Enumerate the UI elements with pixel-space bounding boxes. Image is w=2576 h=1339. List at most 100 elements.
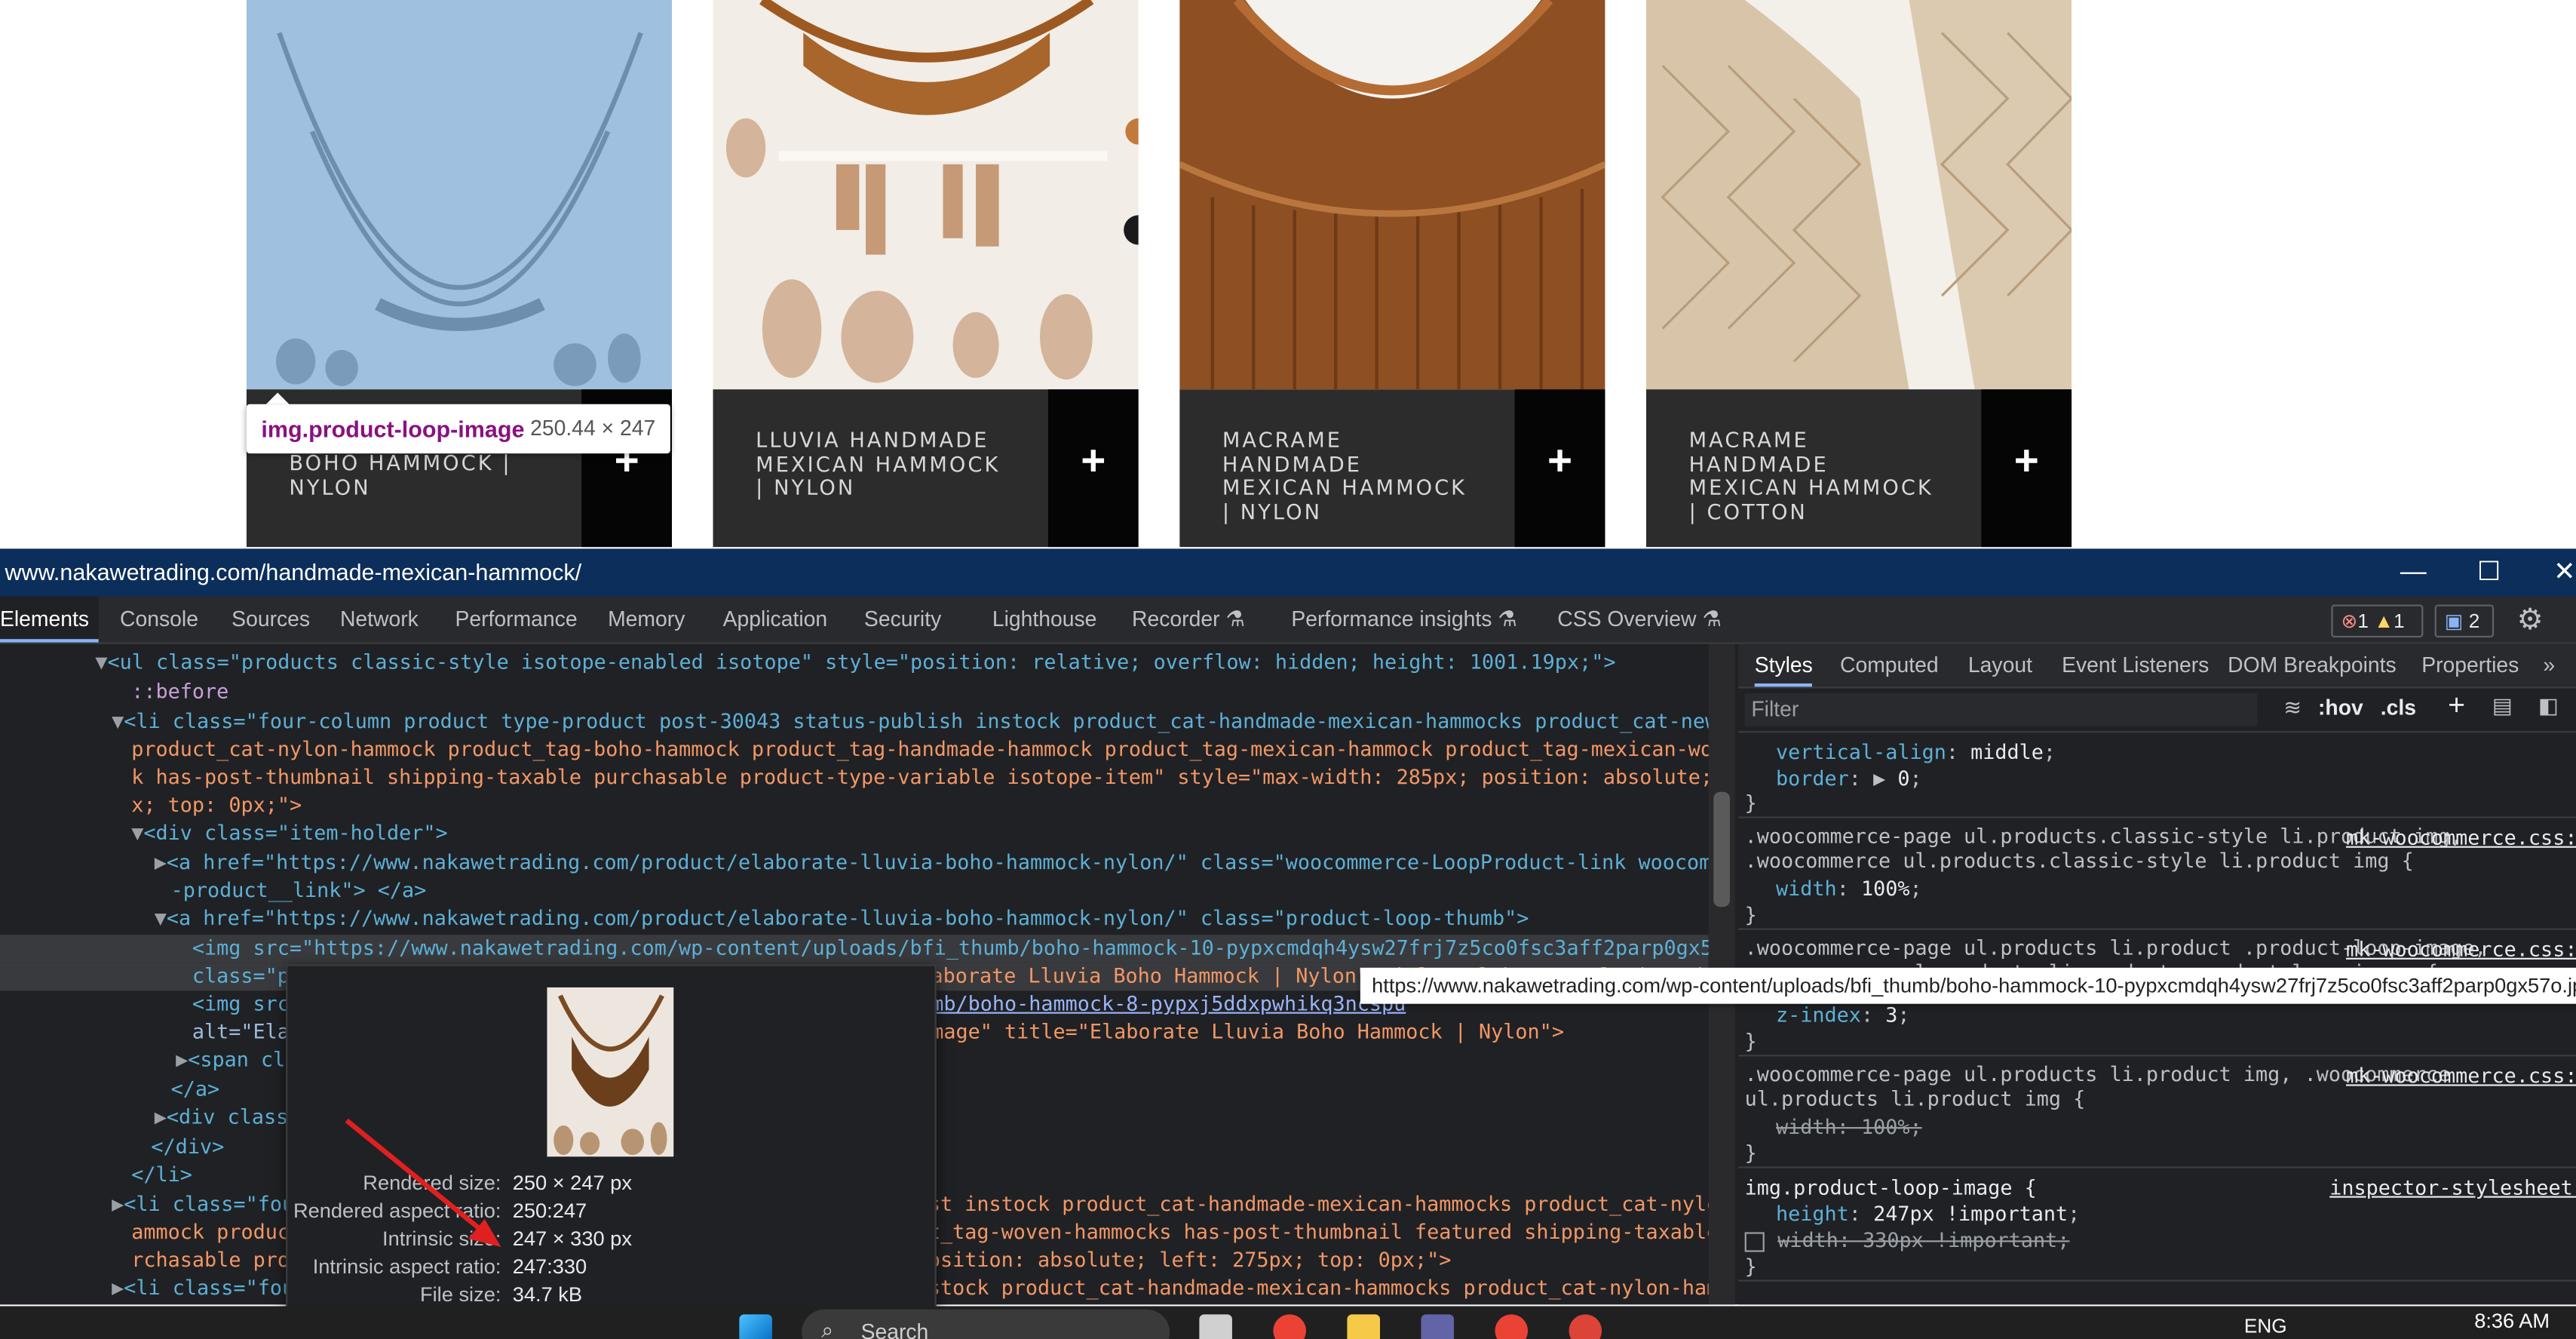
- product-image[interactable]: [1179, 0, 1605, 390]
- tab-security[interactable]: Security: [864, 597, 941, 643]
- minimize-icon[interactable]: —: [2375, 548, 2451, 596]
- product-image[interactable]: [1645, 0, 2072, 390]
- style-decl-overridden[interactable]: width: 100%;: [1776, 1114, 1922, 1141]
- dom-node-a-thumb[interactable]: ▼<a href="https://www.nakawetrading.com/…: [155, 905, 1529, 933]
- close-icon[interactable]: ✕: [2527, 548, 2576, 596]
- chrome-icon[interactable]: [1495, 1314, 1529, 1339]
- product-card[interactable]: BOHO HAMMOCK | NYLON +: [246, 0, 673, 548]
- paint-icon[interactable]: ▤: [2492, 693, 2513, 720]
- sidebar-tabs: Styles Computed Layout Event Listeners D…: [1737, 643, 2576, 689]
- dom-node-img-selected[interactable]: <img src="https://www.nakawetrading.com/…: [0, 935, 1709, 963]
- product-title[interactable]: LLUVIA HANDMADE MEXICAN HAMMOCK | NYLON: [756, 428, 1051, 500]
- messages-counter[interactable]: ▣ 2: [2434, 604, 2495, 638]
- rule-source-link[interactable]: mk-woocommerce.css:1: [2346, 936, 2576, 963]
- add-to-cart-button[interactable]: +: [1514, 389, 1605, 548]
- tab-console[interactable]: Console: [120, 597, 198, 643]
- maximize-icon[interactable]: ☐: [2451, 548, 2526, 596]
- teams-icon[interactable]: [1421, 1314, 1455, 1339]
- flask-icon: ⚗: [1498, 606, 1517, 631]
- add-to-cart-button[interactable]: +: [1981, 389, 2072, 548]
- style-decl[interactable]: z-index: 3;: [1776, 1003, 1909, 1029]
- file-explorer-icon[interactable]: [1347, 1314, 1380, 1339]
- product-title[interactable]: MACRAME HANDMADE MEXICAN HAMMOCK | COTTO…: [1689, 428, 1985, 524]
- rule-close: }: [1744, 1030, 1757, 1054]
- taskbar-clock[interactable]: 8:36 AM: [2474, 1310, 2550, 1332]
- tab-application[interactable]: Application: [723, 597, 828, 643]
- tab-layout[interactable]: Layout: [1968, 644, 2032, 687]
- dom-pseudo-before[interactable]: ::before: [131, 678, 228, 706]
- rule-source-link[interactable]: mk-woocommerce.css:1: [2346, 825, 2576, 851]
- tab-styles[interactable]: Styles: [1754, 644, 1813, 687]
- style-decl-disabled[interactable]: width: 330px !important;: [1744, 1227, 2069, 1254]
- toggle-icon[interactable]: ≋: [2283, 695, 2302, 721]
- style-decl[interactable]: vertical-align: middle;: [1776, 739, 2056, 766]
- product-caption: LLUVIA HANDMADE MEXICAN HAMMOCK | NYLON …: [713, 389, 1139, 548]
- tab-performance-insights[interactable]: Performance insights ⚗: [1291, 597, 1516, 643]
- rule-close: }: [1744, 791, 1757, 815]
- window-url: www.nakawetrading.com/handmade-mexican-h…: [5, 558, 582, 585]
- sidebar-toggle-icon[interactable]: ◧: [2538, 693, 2559, 720]
- product-title[interactable]: BOHO HAMMOCK | NYLON: [289, 451, 584, 499]
- cls-button[interactable]: .cls: [2381, 695, 2416, 720]
- declaration-checkbox[interactable]: [1744, 1231, 1765, 1251]
- windows-start-icon[interactable]: [739, 1314, 772, 1339]
- language-indicator[interactable]: ENG: [2244, 1314, 2287, 1337]
- rule-source-link[interactable]: mk-woocommerce.css:1: [2346, 1063, 2576, 1089]
- element-selector: img.product-loop-image: [261, 416, 525, 442]
- rule-source-link[interactable]: inspector-stylesheet:1: [2329, 1175, 2576, 1201]
- image-preview-popup: Rendered size: 250 × 247 px Rendered aspe…: [286, 964, 937, 1313]
- tab-memory[interactable]: Memory: [608, 597, 685, 643]
- settings-gear-icon[interactable]: ⚙: [2517, 597, 2544, 643]
- product-caption: MACRAME HANDMADE MEXICAN HAMMOCK | COTTO…: [1645, 389, 2072, 548]
- more-tabs-icon[interactable]: »: [2543, 644, 2555, 687]
- tab-elements[interactable]: Elements: [0, 596, 99, 643]
- dom-node-li-cont: product_cat-nylon-hammock product_tag-bo…: [131, 737, 1709, 761]
- styles-filter-input[interactable]: Filter: [1744, 693, 2258, 726]
- task-view-icon[interactable]: [1199, 1314, 1232, 1339]
- product-image[interactable]: [246, 0, 673, 390]
- product-card[interactable]: MACRAME HANDMADE MEXICAN HAMMOCK | NYLON…: [1179, 0, 1605, 548]
- add-to-cart-button[interactable]: +: [1047, 389, 1139, 548]
- chrome-canary-icon[interactable]: [1569, 1314, 1602, 1339]
- style-decl[interactable]: border: ▶ 0;: [1776, 766, 1922, 792]
- screen: BOHO HAMMOCK | NYLON + LLUVIA HANDMADE M: [0, 0, 2576, 1339]
- dom-node-li3[interactable]: ▶<li class="fou stock product_cat-handmad…: [112, 1275, 1709, 1303]
- product-card[interactable]: LLUVIA HANDMADE MEXICAN HAMMOCK | NYLON …: [713, 0, 1139, 548]
- tab-sources[interactable]: Sources: [232, 597, 310, 643]
- style-decl[interactable]: width: 100%;: [1776, 876, 1922, 902]
- error-icon: ⊗: [2341, 610, 2358, 633]
- chrome-icon[interactable]: [1273, 1314, 1306, 1339]
- style-decl[interactable]: height: 247px !important;: [1776, 1201, 2080, 1227]
- dom-node-div2[interactable]: ▶<div class: [155, 1104, 288, 1132]
- tab-css-overview[interactable]: CSS Overview ⚗: [1557, 597, 1721, 643]
- dom-node-li-cont: x; top: 0px;">: [131, 793, 302, 817]
- dom-close-li: </li>: [131, 1162, 192, 1187]
- taskbar-search[interactable]: ⌕ Search: [802, 1309, 1170, 1339]
- element-dimensions: 250.44 × 247: [530, 416, 656, 441]
- tab-computed[interactable]: Computed: [1840, 644, 1939, 687]
- product-card[interactable]: MACRAME HANDMADE MEXICAN HAMMOCK | COTTO…: [1645, 0, 2072, 548]
- dom-node-ul[interactable]: ▼<ul class="products classic-style isoto…: [95, 649, 1615, 677]
- hov-button[interactable]: :hov: [2318, 695, 2363, 720]
- dom-node-span[interactable]: ▶<span cla: [176, 1046, 297, 1074]
- new-rule-button[interactable]: +: [2448, 689, 2465, 723]
- product-image[interactable]: [713, 0, 1139, 390]
- tab-properties[interactable]: Properties: [2421, 644, 2519, 687]
- issues-counter[interactable]: ⊗1 ▲1: [2331, 604, 2424, 638]
- tab-performance[interactable]: Performance: [455, 597, 577, 643]
- product-title[interactable]: MACRAME HANDMADE MEXICAN HAMMOCK | NYLON: [1222, 428, 1518, 524]
- tab-network[interactable]: Network: [340, 597, 419, 643]
- file-size-row: File size: 34.7 kB: [419, 1282, 583, 1307]
- dom-node-li2[interactable]: ▶<li class="fou st instock product_cat-ha…: [112, 1191, 1709, 1219]
- rule-selector[interactable]: img.product-loop-image {: [1745, 1175, 2037, 1201]
- dom-node-a[interactable]: ▶<a href="https://www.nakawetrading.com/…: [155, 849, 1709, 877]
- dom-node-li[interactable]: ▼<li class="four-column product type-pro…: [112, 708, 1709, 736]
- dom-close-div: </div>: [151, 1135, 225, 1159]
- dom-node-div[interactable]: ▼<div class="item-holder">: [131, 820, 447, 848]
- tab-dom-breakpoints[interactable]: DOM Breakpoints: [2228, 644, 2397, 687]
- rule-close: }: [1744, 1255, 1757, 1279]
- tab-lighthouse[interactable]: Lighthouse: [992, 597, 1097, 643]
- tab-event-listeners[interactable]: Event Listeners: [2062, 644, 2209, 687]
- red-arrow-annotation: [345, 1118, 501, 1248]
- tab-recorder[interactable]: Recorder ⚗: [1132, 597, 1245, 643]
